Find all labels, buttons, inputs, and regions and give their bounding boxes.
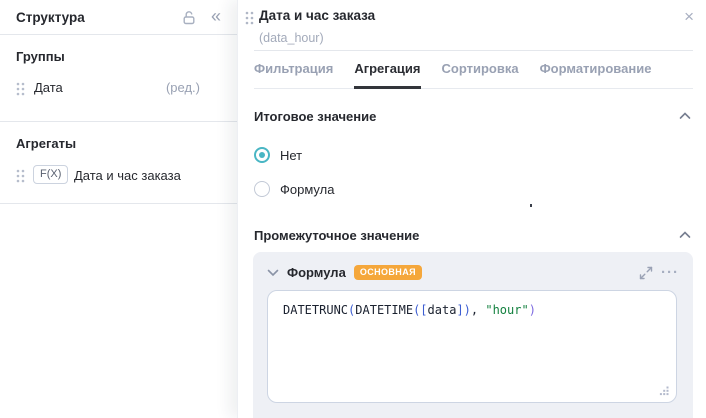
aggregates-heading: Агрегаты — [16, 136, 76, 151]
sidebar-divider — [0, 203, 237, 204]
radio-label: Формула — [280, 182, 334, 197]
formula-block-title: Формула — [287, 265, 346, 280]
code-token: DATETIME — [355, 303, 413, 317]
chevron-down-icon[interactable] — [267, 269, 279, 277]
expand-icon[interactable] — [639, 266, 653, 280]
field-id-subtitle: (data_hour) — [259, 31, 324, 45]
radio-label: Нет — [280, 148, 302, 163]
aggregate-label: Дата и час заказа — [74, 168, 181, 183]
drag-handle-icon[interactable] — [16, 169, 25, 183]
radio-option-formula[interactable]: Формула — [254, 180, 334, 198]
more-menu-icon[interactable]: ··· — [661, 268, 679, 278]
drag-handle-icon[interactable] — [16, 82, 25, 96]
code-token: ) — [464, 303, 471, 317]
tab-sorting[interactable]: Сортировка — [442, 57, 519, 88]
radio-icon[interactable] — [254, 181, 270, 197]
formula-editor[interactable]: DATETRUNC(DATETIME([data]), "hour") — [267, 290, 677, 403]
intermediate-value-heading: Промежуточное значение — [254, 228, 419, 243]
field-title: Дата и час заказа — [259, 8, 375, 23]
screen: Структура « Группы Дата (ред.) Агрегаты — [0, 0, 706, 418]
header-divider — [254, 50, 693, 51]
code-token: [ — [420, 303, 427, 317]
lock-icon[interactable] — [181, 10, 197, 26]
code-token: ) — [529, 303, 536, 317]
field-settings-panel: Дата и час заказа × (data_hour) Фильтрац… — [237, 0, 706, 418]
tab-aggregation[interactable]: Агрегация — [354, 57, 420, 89]
collapse-section-icon[interactable] — [679, 231, 691, 239]
close-icon[interactable]: × — [684, 9, 694, 25]
group-label: Дата — [34, 80, 63, 95]
tab-formatting[interactable]: Форматирование — [540, 57, 652, 88]
radio-icon[interactable] — [254, 147, 270, 163]
primary-badge: ОСНОВНАЯ — [354, 265, 422, 280]
code-token: ] — [456, 303, 463, 317]
collapse-section-icon[interactable] — [679, 112, 691, 120]
formula-fx-badge: F(X) — [33, 165, 68, 184]
sidebar-divider — [0, 121, 237, 122]
drag-handle-icon[interactable] — [245, 11, 254, 25]
code-token: "hour" — [485, 303, 528, 317]
group-edit-link[interactable]: (ред.) — [166, 80, 200, 95]
formula-code[interactable]: DATETRUNC(DATETIME([data]), "hour") — [268, 291, 676, 329]
code-token: data — [428, 303, 457, 317]
sidebar-divider — [0, 34, 237, 35]
radio-option-none[interactable]: Нет — [254, 146, 334, 164]
tabs: Фильтрация Агрегация Сортировка Форматирова… — [254, 57, 693, 89]
structure-panel: Структура « Группы Дата (ред.) Агрегаты — [0, 0, 237, 418]
formula-card: Формула ОСНОВНАЯ ··· DATETRUNC(DATETIME(… — [253, 252, 693, 418]
code-token: , — [471, 303, 485, 317]
resize-grip-icon[interactable] — [658, 384, 670, 396]
groups-heading: Группы — [16, 49, 65, 64]
aggregate-row[interactable]: F(X) Дата и час заказа — [0, 162, 237, 188]
total-value-heading: Итоговое значение — [254, 109, 376, 124]
structure-title: Структура — [16, 10, 85, 25]
collapse-sidebar-icon[interactable]: « — [211, 7, 221, 25]
group-row-data[interactable]: Дата (ред.) — [0, 76, 237, 102]
total-options: Нет Формула — [254, 146, 334, 214]
stray-dot — [530, 204, 532, 207]
code-token: DATETRUNC — [283, 303, 348, 317]
tab-filtration[interactable]: Фильтрация — [254, 57, 333, 88]
formula-card-header: Формула ОСНОВНАЯ ··· — [253, 252, 693, 280]
